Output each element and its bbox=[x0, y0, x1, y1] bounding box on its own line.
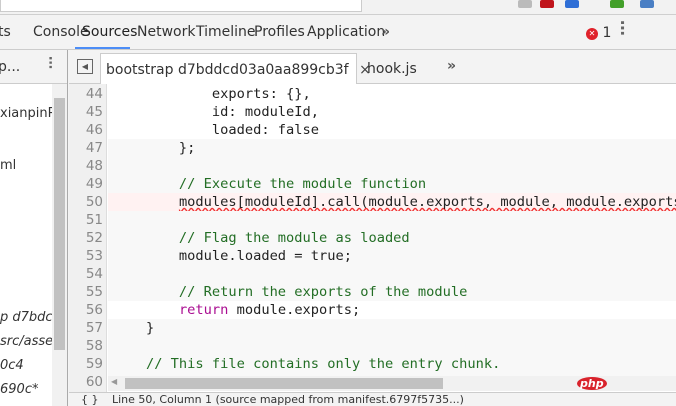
line-number[interactable]: 45 bbox=[69, 103, 103, 121]
keyword: return bbox=[178, 302, 229, 318]
sidebar-scrollbar[interactable] bbox=[52, 84, 67, 406]
file-tree-item[interactable]: xianpinP bbox=[0, 106, 55, 121]
navigator-sidebar: p... ⋯ xianpinP ml p d7bdc src/asse 0c4 … bbox=[0, 50, 68, 406]
more-options-icon[interactable]: ⋯ bbox=[613, 20, 632, 36]
code-text: return module.exports; bbox=[178, 302, 361, 318]
code-line: // Execute the module function bbox=[108, 175, 676, 193]
code-line bbox=[108, 211, 676, 229]
adblock-off-icon[interactable] bbox=[540, 0, 554, 8]
error-icon: ✕ bbox=[586, 28, 598, 40]
code-text: // This file contains only the entry chu… bbox=[113, 356, 501, 372]
code-line: return module.exports; bbox=[108, 301, 676, 319]
sidebar-menu-icon[interactable]: ⋯ bbox=[42, 56, 57, 69]
line-number[interactable]: 56 bbox=[69, 301, 103, 319]
code-text: module.loaded = true; bbox=[113, 248, 352, 264]
extension-icon[interactable] bbox=[640, 0, 654, 8]
code-text: // Flag the module as loaded bbox=[113, 230, 410, 246]
tab-elements[interactable]: ts bbox=[0, 24, 11, 40]
line-number[interactable]: 54 bbox=[69, 265, 103, 283]
code-text: loaded: false bbox=[113, 122, 320, 138]
code-text: } bbox=[113, 320, 155, 336]
file-tree-item[interactable]: p d7bdc bbox=[0, 310, 53, 325]
code-line: exports: {}, bbox=[108, 85, 676, 103]
code-line: id: moduleId, bbox=[108, 103, 676, 121]
file-tree-item[interactable]: src/asse bbox=[0, 334, 53, 349]
active-tab-indicator bbox=[75, 47, 130, 49]
line-number[interactable]: 48 bbox=[69, 157, 103, 175]
code-line: loaded: false bbox=[108, 121, 676, 139]
line-number[interactable]: 52 bbox=[69, 229, 103, 247]
tab-network[interactable]: Network bbox=[137, 24, 195, 40]
line-number[interactable]: 47 bbox=[69, 139, 103, 157]
error-count: 1 bbox=[602, 25, 612, 41]
code-line: // Flag the module as loaded bbox=[108, 229, 676, 247]
line-number[interactable]: 60 bbox=[69, 373, 103, 391]
scrollbar-thumb[interactable] bbox=[125, 378, 443, 389]
code-text: }; bbox=[113, 140, 196, 156]
line-number[interactable]: 49 bbox=[69, 175, 103, 193]
line-number[interactable]: 44 bbox=[69, 85, 103, 103]
line-number[interactable]: 55 bbox=[69, 283, 103, 301]
line-number[interactable]: 51 bbox=[69, 211, 103, 229]
more-editor-tabs-button[interactable]: » bbox=[447, 58, 456, 74]
code-line: // This file contains only the entry chu… bbox=[108, 355, 676, 373]
line-gutter: 44 45 46 47 48 49 50 51 52 53 54 55 56 57 58 59 60 bbox=[69, 84, 107, 392]
sidebar-header: p... ⋯ bbox=[0, 50, 67, 84]
code-text: modules[moduleId].call(module.exports, m… bbox=[113, 194, 676, 210]
code-line bbox=[108, 337, 676, 355]
file-tree-item[interactable]: 0c4 bbox=[0, 358, 24, 373]
code-line bbox=[108, 265, 676, 283]
code-text: // Return the exports of the module bbox=[113, 284, 468, 300]
scroll-left-icon[interactable]: ◀ bbox=[111, 377, 117, 386]
format-icon[interactable]: { } bbox=[81, 393, 99, 406]
code-line: } bbox=[108, 319, 676, 337]
toggle-navigator-icon[interactable]: ◀ bbox=[77, 59, 93, 74]
devtools-panel-tabs: ts Console Sources Network Timeline Prof… bbox=[0, 15, 676, 50]
error-counter[interactable]: ✕ 1 bbox=[586, 25, 611, 41]
line-number[interactable]: 58 bbox=[69, 337, 103, 355]
editor-tabs: ◀ bootstrap d7bddcd03a0aa899cb3f × hook.… bbox=[69, 50, 676, 84]
watermark-logo: php bbox=[577, 375, 607, 391]
code-line: // Return the exports of the module bbox=[108, 283, 676, 301]
status-bar: { } Line 50, Column 1 (source mapped fro… bbox=[69, 392, 676, 406]
line-number[interactable]: 57 bbox=[69, 319, 103, 337]
tab-sources[interactable]: Sources bbox=[82, 24, 137, 40]
browser-toolbar bbox=[0, 0, 676, 15]
file-tree-item[interactable]: ml bbox=[0, 158, 16, 173]
code-editor[interactable]: 44 45 46 47 48 49 50 51 52 53 54 55 56 57 58 59 60 expor… bbox=[69, 84, 676, 392]
sidebar-tab-label[interactable]: p... bbox=[0, 59, 20, 75]
tab-timeline[interactable]: Timeline bbox=[196, 24, 256, 40]
code-text: // Execute the module function bbox=[113, 176, 427, 192]
tab-label: bootstrap d7bddcd03a0aa899cb3f bbox=[106, 62, 349, 78]
tab-application[interactable]: Application bbox=[307, 24, 385, 40]
code-line bbox=[108, 157, 676, 175]
file-tree-item[interactable]: 690c* bbox=[0, 382, 38, 397]
tab-profiles[interactable]: Profiles bbox=[254, 24, 305, 40]
scrollbar-thumb[interactable] bbox=[54, 98, 65, 350]
code-line: }; bbox=[108, 139, 676, 157]
more-tabs-button[interactable]: » bbox=[381, 24, 390, 40]
code-text: exports: {}, bbox=[113, 86, 311, 102]
line-number[interactable]: 50 bbox=[69, 193, 103, 211]
code-line: module.loaded = true; bbox=[108, 247, 676, 265]
tab-console[interactable]: Console bbox=[33, 24, 89, 40]
line-number[interactable]: 59 bbox=[69, 355, 103, 373]
extension-icon[interactable] bbox=[518, 0, 532, 8]
error-underline: modules[moduleId].call(module.exports, m… bbox=[178, 194, 676, 210]
code-text: id: moduleId, bbox=[113, 104, 320, 120]
line-number[interactable]: 46 bbox=[69, 121, 103, 139]
extension-icon[interactable] bbox=[565, 0, 579, 8]
editor-tab-hook[interactable]: hook.js bbox=[367, 61, 417, 77]
code-line-error: modules[moduleId].call(module.exports, m… bbox=[108, 193, 676, 211]
address-bar[interactable] bbox=[0, 0, 362, 12]
editor-tab-bootstrap[interactable]: bootstrap d7bddcd03a0aa899cb3f × bbox=[100, 53, 371, 84]
extension-icon[interactable] bbox=[610, 0, 624, 8]
line-number[interactable]: 53 bbox=[69, 247, 103, 265]
cursor-position: Line 50, Column 1 (source mapped from ma… bbox=[112, 393, 464, 406]
